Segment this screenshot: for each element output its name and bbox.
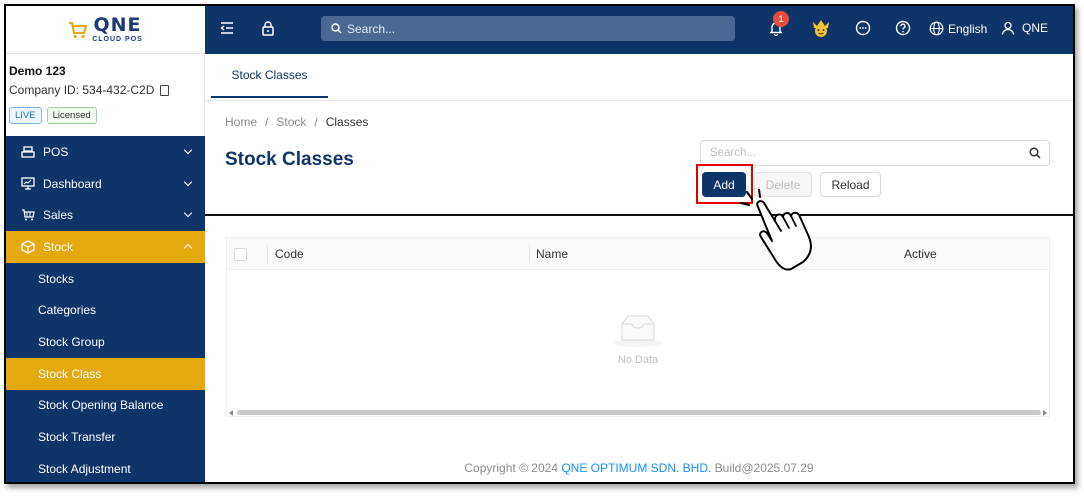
- language-selector[interactable]: English: [929, 21, 987, 36]
- column-header-name[interactable]: Name: [536, 247, 568, 261]
- scroll-right-icon[interactable]: [1043, 410, 1047, 416]
- chat-icon[interactable]: [855, 20, 871, 39]
- global-search-input[interactable]: Search...: [321, 16, 735, 41]
- breadcrumb-stock[interactable]: Stock: [276, 115, 306, 129]
- stock-classes-table: Code Name Active No Data: [226, 237, 1050, 417]
- crown-mascot-icon[interactable]: [810, 18, 832, 41]
- tab-stock-classes[interactable]: Stock Classes: [211, 54, 328, 98]
- section-divider: [205, 214, 1073, 216]
- sidebar-item-stock[interactable]: Stock: [6, 231, 205, 263]
- main-content: Stock Classes Home / Stock / Classes Stock C…: [205, 54, 1073, 482]
- breadcrumb: Home / Stock / Classes: [225, 115, 369, 129]
- sidebar-subitem-stock-opening-balance[interactable]: Stock Opening Balance: [6, 390, 205, 422]
- page-title: Stock Classes: [225, 149, 354, 170]
- footer-company-link[interactable]: QNE OPTIMUM SDN. BHD.: [561, 461, 711, 475]
- search-input[interactable]: [700, 140, 1050, 166]
- top-bar: Search... 1 English QNE: [205, 6, 1073, 54]
- collapse-menu-icon[interactable]: [219, 20, 235, 39]
- empty-state: No Data: [227, 270, 1049, 410]
- breadcrumb-current: Classes: [325, 115, 369, 129]
- sidebar-item-label: POS: [43, 144, 69, 159]
- chevron-up-icon: [183, 243, 193, 253]
- licensed-badge: Licensed: [46, 107, 97, 124]
- dashboard-monitor-icon: [20, 177, 36, 191]
- sidebar-menu: POS Dashboard Sales Stock Stocks Categor…: [6, 136, 205, 482]
- search-icon[interactable]: [1029, 147, 1041, 159]
- pointing-hand-icon: [740, 189, 812, 271]
- sidebar-subitem-stock-class[interactable]: Stock Class: [6, 357, 205, 390]
- help-icon[interactable]: [895, 20, 911, 39]
- lock-icon[interactable]: [260, 20, 276, 39]
- sidebar-item-dashboard[interactable]: Dashboard: [6, 168, 205, 200]
- reload-button[interactable]: Reload: [820, 172, 881, 197]
- tab-bar: Stock Classes: [205, 54, 1073, 101]
- globe-icon: [929, 21, 944, 36]
- cart-logo-icon: [69, 21, 88, 38]
- live-badge: LIVE: [9, 107, 42, 124]
- table-header: Code Name Active: [227, 238, 1049, 270]
- sidebar-subitem-stocks[interactable]: Stocks: [6, 263, 205, 295]
- copyright-icon: ©: [519, 461, 528, 475]
- language-label: English: [948, 21, 988, 36]
- sidebar-subitem-categories[interactable]: Categories: [6, 294, 205, 326]
- logo-area: QNE CLOUD POS: [6, 6, 205, 54]
- company-id-text: Company ID: 534-432-C2D: [9, 83, 155, 97]
- sidebar-item-label: Dashboard: [43, 176, 102, 191]
- sidebar-subitem-stock-transfer[interactable]: Stock Transfer: [6, 421, 205, 453]
- column-header-active[interactable]: Active: [904, 247, 937, 261]
- select-all-checkbox[interactable]: [234, 248, 247, 261]
- sales-cart-icon: [20, 208, 36, 222]
- pos-register-icon: [20, 145, 36, 159]
- scrollbar-thumb[interactable]: [237, 410, 1041, 415]
- search-icon: [331, 23, 342, 34]
- logo-sub-text: CLOUD POS: [92, 36, 143, 43]
- company-panel: Demo 123 Company ID: 534-432-C2D LIVE Li…: [6, 54, 205, 136]
- chevron-down-icon: [183, 145, 193, 155]
- stock-box-icon: [20, 240, 36, 254]
- global-search-placeholder: Search...: [347, 21, 396, 36]
- user-menu[interactable]: QNE: [1001, 21, 1048, 35]
- chevron-down-icon: [183, 209, 193, 218]
- sidebar-subitem-stock-group[interactable]: Stock Group: [6, 326, 205, 358]
- brand-logo[interactable]: QNE CLOUD POS: [68, 16, 143, 43]
- empty-text: No Data: [617, 354, 659, 366]
- user-name: QNE: [1022, 21, 1049, 35]
- sidebar-item-label: Stock: [43, 239, 74, 254]
- sidebar-item-pos[interactable]: POS: [6, 136, 205, 168]
- copy-icon[interactable]: [160, 84, 170, 96]
- horizontal-scrollbar[interactable]: [227, 408, 1049, 416]
- breadcrumb-home[interactable]: Home: [225, 115, 257, 129]
- sidebar-item-sales[interactable]: Sales: [6, 199, 205, 231]
- column-header-code[interactable]: Code: [275, 247, 304, 261]
- chevron-down-icon: [183, 177, 193, 186]
- sidebar-subitem-stock-adjustment[interactable]: Stock Adjustment: [6, 453, 205, 482]
- company-id: Company ID: 534-432-C2D: [9, 83, 200, 97]
- user-icon: [1001, 21, 1015, 35]
- sidebar-item-label: Sales: [43, 208, 74, 223]
- empty-inbox-icon: [614, 315, 662, 347]
- logo-main-text: QNE: [93, 14, 142, 36]
- app-window: QNE CLOUD POS Demo 123 Company ID: 534-4…: [4, 4, 1075, 484]
- notification-count-badge: 1: [773, 11, 789, 27]
- company-name: Demo 123: [9, 64, 66, 78]
- scroll-left-icon[interactable]: [229, 410, 233, 416]
- footer-year: 2024: [531, 461, 558, 475]
- footer: Copyright © 2024 QNE OPTIMUM SDN. BHD. B…: [205, 461, 1073, 475]
- footer-build: Build@2025.07.29: [714, 461, 814, 475]
- footer-prefix: Copyright: [464, 461, 520, 475]
- sidebar: QNE CLOUD POS Demo 123 Company ID: 534-4…: [6, 6, 205, 482]
